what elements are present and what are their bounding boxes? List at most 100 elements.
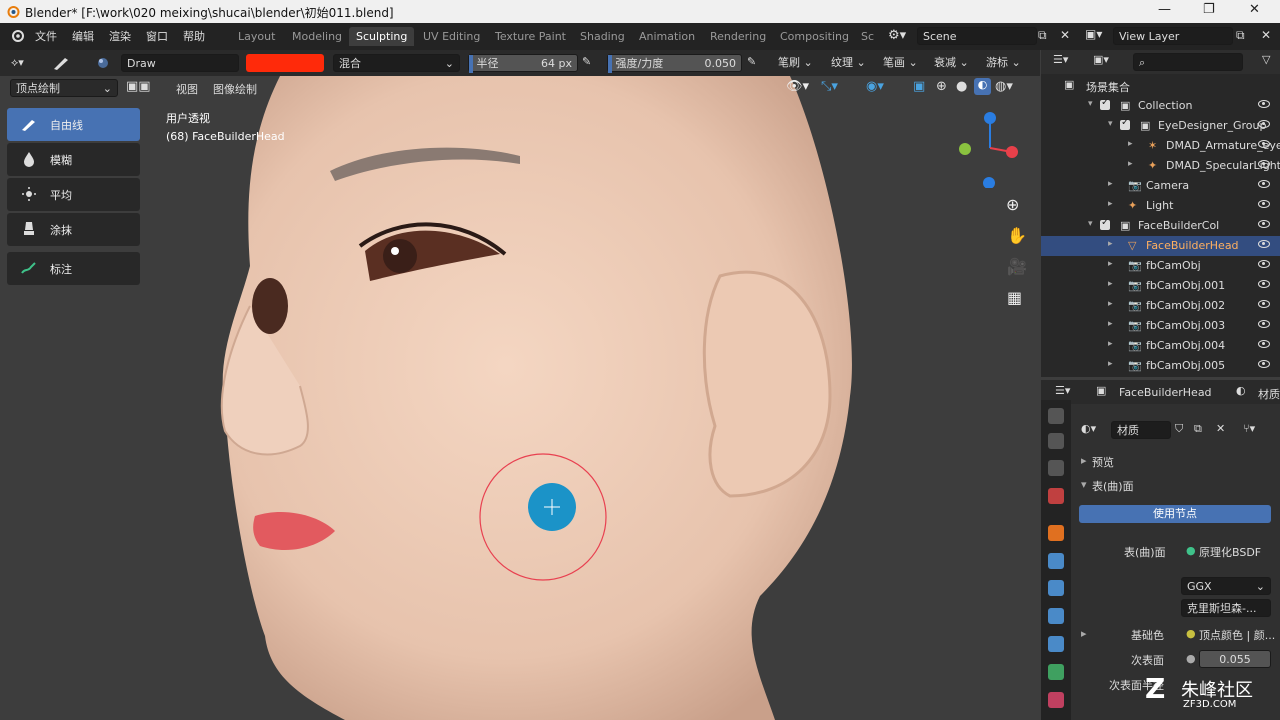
eye-icon[interactable] (1258, 340, 1270, 348)
view-layer-icon[interactable]: ▣▾ (1085, 27, 1102, 41)
material-slot-icon[interactable]: ◐▾ (1081, 422, 1096, 435)
eye-icon[interactable] (1258, 200, 1270, 208)
modifier-tab-icon[interactable] (1048, 553, 1064, 569)
node-tree-icon[interactable]: ⑂▾ (1243, 422, 1255, 435)
fake-user-icon[interactable]: ⛉ (1175, 422, 1183, 436)
outliner-row[interactable]: ▸ ▽ FaceBuilderHead (1041, 236, 1280, 256)
expand-icon[interactable]: ▸ (1108, 319, 1113, 329)
tool-draw[interactable]: 自由线 (7, 108, 140, 141)
expand-icon[interactable]: ▾ (1088, 99, 1093, 109)
navigation-gizmo[interactable] (948, 108, 1028, 188)
falloff-menu[interactable]: 衰减 ⌄ (934, 54, 969, 72)
data-tab-icon[interactable] (1048, 664, 1064, 680)
eye-icon[interactable] (1258, 100, 1270, 108)
preview-section[interactable]: 预览 (1092, 454, 1114, 470)
new-scene-icon[interactable]: ⧉ (1038, 28, 1047, 43)
tool-tab-icon[interactable] (1048, 408, 1064, 424)
outliner-row[interactable]: ▸ 📷 Camera (1041, 176, 1280, 196)
expand-icon[interactable]: ▾ (1108, 119, 1113, 129)
subsurface-method-select[interactable]: 克里斯坦森-... (1181, 599, 1271, 617)
eye-icon[interactable] (1258, 240, 1270, 248)
expand-icon[interactable]: ▸ (1108, 199, 1113, 209)
remove-scene-icon[interactable]: ✕ (1060, 28, 1070, 42)
physics-tab-icon[interactable] (1048, 608, 1064, 624)
tab-animation[interactable]: Animation (632, 27, 702, 46)
menu-window[interactable]: 窗口 (146, 28, 168, 44)
material-tab-icon[interactable] (1048, 692, 1064, 708)
filter-icon[interactable]: ▽ (1262, 53, 1270, 66)
mode-select[interactable]: 顶点绘制 ⌄ (10, 79, 118, 97)
surface-expand-icon[interactable]: ▾ (1081, 478, 1087, 491)
editor-type-icon[interactable]: ⟡▾ (11, 54, 24, 72)
tab-shading[interactable]: Shading (573, 27, 632, 46)
expand-icon[interactable]: ▸ (1128, 139, 1133, 149)
view-layer-tab-icon[interactable] (1048, 460, 1064, 476)
tab-layout[interactable]: Layout (231, 27, 282, 46)
eye-icon[interactable] (1258, 180, 1270, 188)
render-tab-icon[interactable] (1048, 433, 1064, 449)
tool-average[interactable]: 平均 (7, 178, 140, 211)
outliner-row[interactable]: ▸ ✶ DMAD_Armature_eye (1041, 136, 1280, 156)
checkbox-icon[interactable] (1100, 217, 1110, 230)
radius-pressure-icon[interactable]: ✎ (582, 55, 591, 68)
tab-sculpting[interactable]: Sculpting (349, 27, 415, 46)
outliner-row[interactable]: ▸ 📷 fbCamObj (1041, 256, 1280, 276)
menu-help[interactable]: 帮助 (183, 28, 205, 44)
wireframe-shading-icon[interactable]: ⊕ (936, 79, 947, 94)
tab-rendering[interactable]: Rendering (703, 27, 773, 46)
checkbox-icon[interactable] (1100, 97, 1110, 110)
stroke-menu[interactable]: 笔画 ⌄ (883, 54, 918, 72)
outliner-row[interactable]: ▸ 📷 fbCamObj.002 (1041, 296, 1280, 316)
tool-blur[interactable]: 模糊 (7, 143, 140, 176)
expand-icon[interactable]: ▸ (1108, 299, 1113, 309)
tab-uv-editing[interactable]: UV Editing (416, 27, 487, 46)
overlay-toggle-icon[interactable]: ◉▾ (866, 79, 884, 94)
scene-field[interactable]: Scene (917, 27, 1037, 45)
outliner-search-input[interactable]: ⌕ (1133, 53, 1243, 71)
new-view-layer-icon[interactable]: ⧉ (1236, 28, 1245, 43)
zoom-icon[interactable]: ⊕ (1006, 195, 1019, 214)
close-button[interactable]: ✕ (1249, 2, 1260, 17)
remove-view-layer-icon[interactable]: ✕ (1261, 28, 1271, 42)
expand-icon[interactable]: ▸ (1108, 359, 1113, 369)
properties-type-icon[interactable]: ☰▾ (1055, 384, 1070, 397)
outliner-row[interactable]: ▸ ✦ DMAD_SpecularLight (1041, 156, 1280, 176)
expand-icon[interactable]: ▸ (1108, 179, 1113, 189)
outliner-row[interactable]: ▸ 📷 fbCamObj.001 (1041, 276, 1280, 296)
brush-color-swatch[interactable] (246, 54, 324, 72)
unlink-material-icon[interactable]: ✕ (1216, 422, 1225, 435)
constraints-tab-icon[interactable] (1048, 636, 1064, 652)
outliner-row[interactable]: ▸ 📷 fbCamObj.003 (1041, 316, 1280, 336)
tab-modeling[interactable]: Modeling (285, 27, 349, 46)
material-shading-icon[interactable]: ◐ (974, 78, 991, 95)
tab-more[interactable]: Sc (854, 27, 881, 46)
eye-icon[interactable] (1258, 260, 1270, 268)
eye-icon[interactable] (1258, 160, 1270, 168)
blend-mode-select[interactable]: 混合 ⌄ (333, 54, 460, 72)
outliner-row[interactable]: ▸ 📷 fbCamObj.005 (1041, 356, 1280, 376)
solid-shading-icon[interactable]: ● (956, 79, 967, 94)
base-color-value[interactable]: 顶点颜色 | 颜... (1199, 627, 1275, 643)
texture-menu[interactable]: 纹理 ⌄ (831, 54, 866, 72)
eye-icon[interactable] (1258, 280, 1270, 288)
eye-icon[interactable] (1258, 360, 1270, 368)
tab-compositing[interactable]: Compositing (773, 27, 856, 46)
brush-name-field[interactable]: Draw (121, 54, 239, 72)
image-paint-menu[interactable]: 图像绘制 (213, 81, 257, 97)
display-mode-icon[interactable]: ▣▾ (1093, 53, 1109, 66)
rendered-shading-icon[interactable]: ◍▾ (995, 79, 1013, 94)
maximize-button[interactable]: ❐ (1203, 2, 1215, 17)
expand-icon[interactable]: ▾ (1088, 219, 1093, 229)
outliner-type-icon[interactable]: ☰▾ (1053, 53, 1068, 66)
minimize-button[interactable]: — (1158, 2, 1171, 17)
checkbox-icon[interactable] (1120, 117, 1130, 130)
brush-preview-icon[interactable] (96, 56, 110, 70)
eye-icon[interactable] (1258, 140, 1270, 148)
material-name-field[interactable]: 材质 (1111, 421, 1171, 439)
outliner-row[interactable]: ▾ ▣ FaceBuilderCol (1041, 216, 1280, 236)
outliner-row[interactable]: ▾ ▣ Collection (1041, 96, 1280, 116)
use-nodes-button[interactable]: 使用节点 (1079, 505, 1271, 523)
brush-menu[interactable]: 笔刷 ⌄ (778, 54, 813, 72)
camera-view-icon[interactable]: 🎥 (1007, 257, 1027, 276)
expand-icon[interactable]: ▸ (1108, 259, 1113, 269)
